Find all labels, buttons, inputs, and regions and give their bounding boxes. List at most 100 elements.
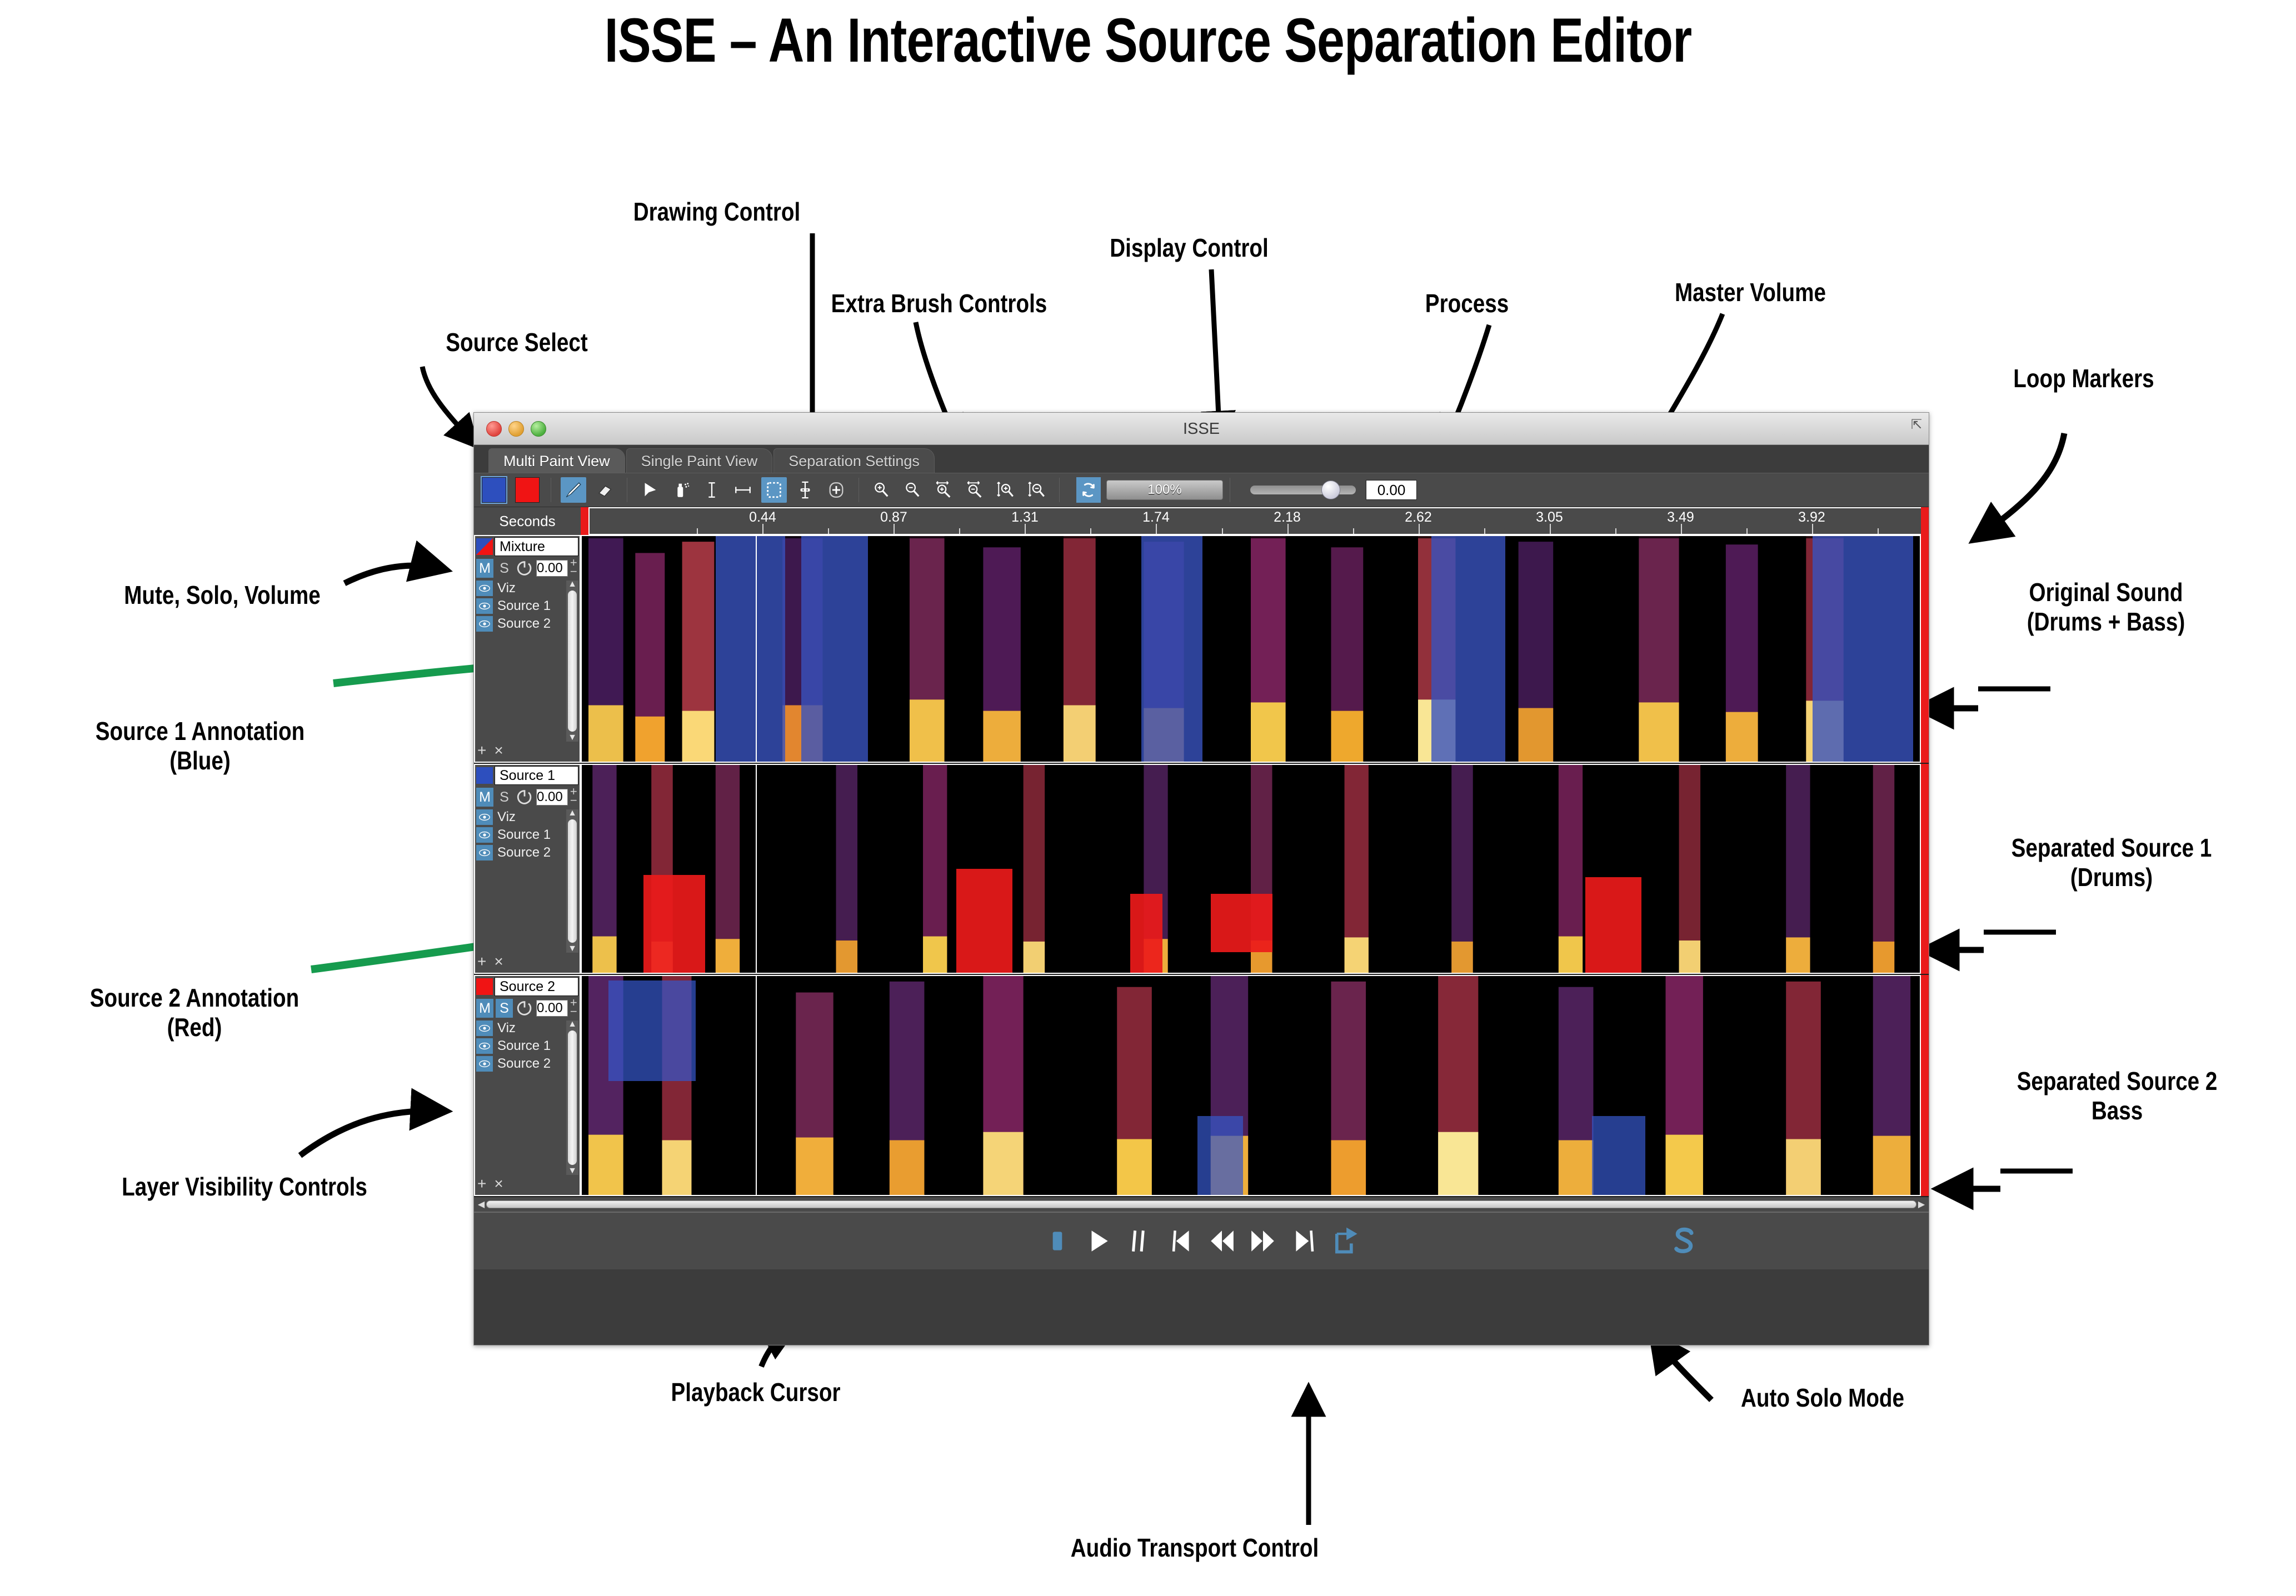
- spectrogram-mixture[interactable]: [581, 535, 1921, 763]
- solo-button[interactable]: S: [496, 559, 513, 578]
- scrollbar-thumb[interactable]: [568, 591, 577, 732]
- rewind-button[interactable]: [1201, 1220, 1242, 1262]
- skip-to-start-button[interactable]: [1160, 1220, 1201, 1262]
- source-1-color-swatch[interactable]: [482, 477, 506, 503]
- marquee-select-button[interactable]: [761, 477, 787, 503]
- source-2-annotation-region[interactable]: [643, 875, 705, 973]
- stop-button[interactable]: [1037, 1220, 1078, 1262]
- source-2-annotation-region[interactable]: [1130, 894, 1162, 973]
- source-2-annotation-region[interactable]: [1585, 877, 1641, 973]
- paintbrush-tool-button[interactable]: [561, 477, 586, 503]
- playback-cursor[interactable]: [756, 976, 757, 1195]
- master-volume-slider[interactable]: [1250, 486, 1356, 494]
- layer-row-viz[interactable]: Viz: [475, 1019, 580, 1037]
- source-1-annotation-region[interactable]: [716, 536, 785, 762]
- layer-row-viz[interactable]: Viz: [475, 808, 580, 826]
- remove-layer-button[interactable]: ×: [494, 742, 503, 759]
- pointer-tool-button[interactable]: [637, 477, 662, 503]
- playback-cursor[interactable]: [756, 536, 757, 762]
- play-button[interactable]: [1078, 1220, 1119, 1262]
- volume-knob[interactable]: [515, 559, 534, 578]
- zoom-in-vertical-button[interactable]: [993, 477, 1019, 503]
- pause-button[interactable]: [1119, 1220, 1160, 1262]
- layer-row-source1[interactable]: Source 1: [475, 597, 580, 615]
- add-layer-button[interactable]: +: [477, 742, 486, 759]
- volume-knob[interactable]: [515, 788, 534, 807]
- track-panel-scrollbar[interactable]: ▲ ▼: [566, 581, 578, 742]
- zoom-out-horizontal-button[interactable]: [962, 477, 987, 503]
- track-name-field[interactable]: Mixture: [495, 537, 578, 556]
- zoom-out-button[interactable]: [900, 477, 925, 503]
- auto-solo-mode-button[interactable]: [1662, 1219, 1706, 1264]
- eye-icon[interactable]: [476, 1038, 493, 1054]
- layer-row-source1[interactable]: Source 1: [475, 826, 580, 844]
- scrollbar-thumb[interactable]: [568, 819, 577, 943]
- eye-icon[interactable]: [476, 809, 493, 825]
- loop-marker-end-track[interactable]: [1921, 975, 1929, 1196]
- track-name-field[interactable]: Source 2: [495, 977, 578, 996]
- add-layer-button[interactable]: +: [477, 1175, 486, 1193]
- horizontal-scrollbar-thumb[interactable]: [486, 1200, 1916, 1208]
- eye-icon[interactable]: [476, 1056, 493, 1072]
- spectrogram-source-2[interactable]: [581, 975, 1921, 1196]
- mute-button[interactable]: M: [476, 788, 493, 807]
- loop-marker-end[interactable]: [1921, 507, 1929, 535]
- fast-forward-button[interactable]: [1242, 1220, 1284, 1262]
- volume-stepper[interactable]: +−: [568, 998, 580, 1018]
- source-2-color-swatch[interactable]: [515, 477, 540, 503]
- track-volume-value[interactable]: 0.00: [536, 1000, 568, 1017]
- horizontal-scrollbar[interactable]: ◀ ▶: [474, 1197, 1929, 1212]
- timeline-ruler[interactable]: 0.440.871.311.742.182.623.053.493.92: [588, 507, 1921, 535]
- solo-button[interactable]: S: [496, 999, 513, 1018]
- brush-vertical-slider-button[interactable]: [792, 477, 818, 503]
- tab-separation-settings[interactable]: Separation Settings: [773, 448, 935, 473]
- scroll-right-icon[interactable]: ▶: [1916, 1199, 1926, 1210]
- source-1-annotation-region[interactable]: [1813, 536, 1913, 762]
- scroll-left-icon[interactable]: ◀: [476, 1199, 486, 1210]
- source-1-annotation-region[interactable]: [1592, 1116, 1645, 1195]
- scrollbar-thumb[interactable]: [568, 1030, 577, 1165]
- brush-add-button[interactable]: [823, 477, 849, 503]
- playback-cursor[interactable]: [756, 765, 757, 973]
- loop-marker-start[interactable]: [581, 507, 588, 535]
- eye-icon[interactable]: [476, 598, 493, 614]
- eye-icon[interactable]: [476, 581, 493, 596]
- scroll-down-icon[interactable]: ▼: [568, 734, 577, 742]
- tab-multi-paint-view[interactable]: Multi Paint View: [488, 448, 625, 473]
- volume-stepper[interactable]: +−: [568, 558, 580, 578]
- loop-button[interactable]: [1325, 1220, 1366, 1262]
- source-2-annotation-region[interactable]: [1211, 894, 1272, 952]
- layer-row-source2[interactable]: Source 2: [475, 615, 580, 633]
- volume-stepper[interactable]: +−: [568, 787, 580, 807]
- layer-row-source1[interactable]: Source 1: [475, 1037, 580, 1055]
- master-volume-slider-knob[interactable]: [1321, 481, 1340, 499]
- scroll-up-icon[interactable]: ▲: [568, 581, 577, 588]
- add-layer-button[interactable]: +: [477, 953, 486, 970]
- source-1-annotation-region[interactable]: [1141, 536, 1203, 762]
- source-1-annotation-region[interactable]: [608, 980, 696, 1081]
- zoom-in-horizontal-button[interactable]: [931, 477, 956, 503]
- zoom-in-button[interactable]: [869, 477, 894, 503]
- track-volume-value[interactable]: 0.00: [536, 560, 568, 577]
- remove-layer-button[interactable]: ×: [494, 1175, 503, 1193]
- track-panel-scrollbar[interactable]: ▲ ▼: [566, 1020, 578, 1175]
- source-2-annotation-region[interactable]: [956, 869, 1012, 973]
- zoom-out-vertical-button[interactable]: [1024, 477, 1050, 503]
- master-volume-value[interactable]: 0.00: [1366, 480, 1417, 500]
- solo-button[interactable]: S: [496, 788, 513, 807]
- vertical-brush-size-button[interactable]: [699, 477, 725, 503]
- horizontal-brush-size-button[interactable]: [730, 477, 756, 503]
- volume-knob[interactable]: [515, 999, 534, 1018]
- spectrogram-source-1[interactable]: [581, 764, 1921, 974]
- eye-icon[interactable]: [476, 827, 493, 843]
- layer-row-source2[interactable]: Source 2: [475, 844, 580, 862]
- track-name-field[interactable]: Source 1: [495, 766, 578, 785]
- source-1-annotation-region[interactable]: [801, 536, 868, 762]
- layer-row-viz[interactable]: Viz: [475, 579, 580, 597]
- eye-icon[interactable]: [476, 616, 493, 632]
- source-1-annotation-region[interactable]: [1431, 536, 1505, 762]
- scroll-down-icon[interactable]: ▼: [568, 945, 577, 953]
- track-panel-scrollbar[interactable]: ▲ ▼: [566, 809, 578, 953]
- loop-marker-end-track[interactable]: [1921, 764, 1929, 974]
- loop-marker-end-track[interactable]: [1921, 535, 1929, 763]
